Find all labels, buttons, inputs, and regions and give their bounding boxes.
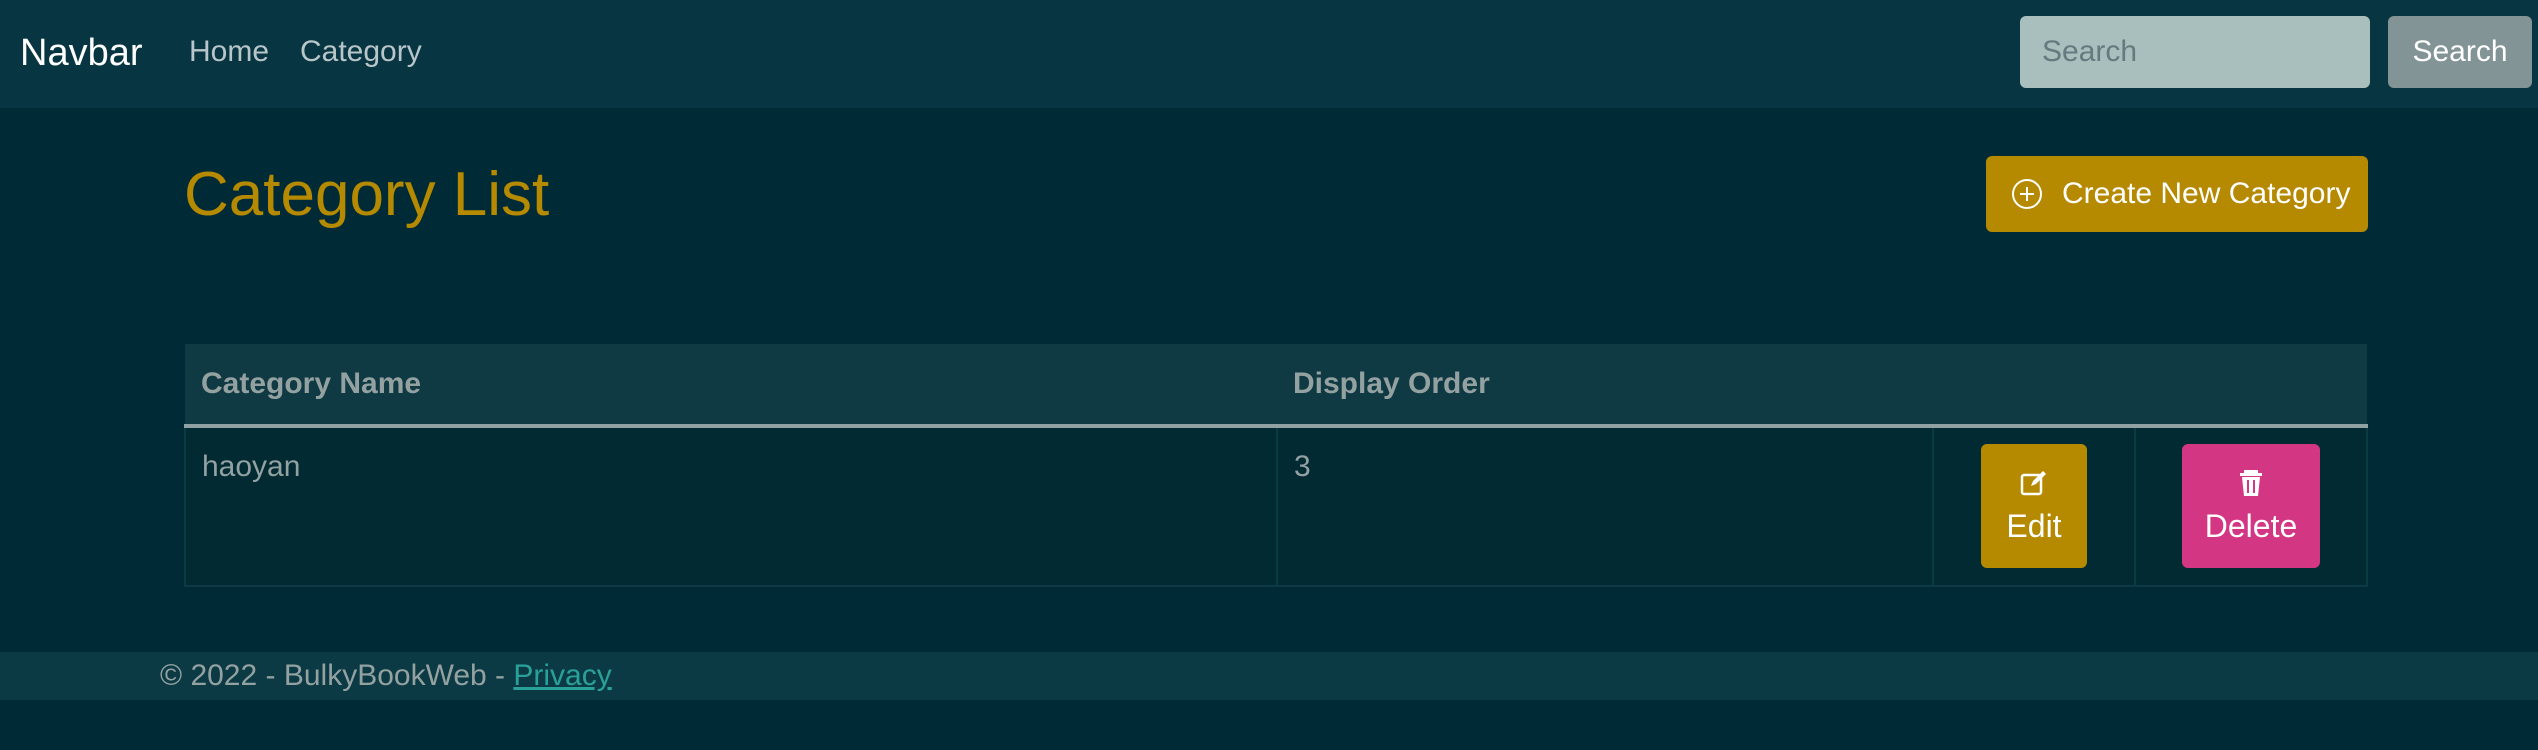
create-button-label: Create New Category xyxy=(2062,177,2351,210)
cell-delete-action: Delete xyxy=(2134,425,2368,587)
footer-copyright: © 2022 - BulkyBookWeb - xyxy=(160,659,514,692)
edit-button[interactable]: Edit xyxy=(1981,444,2087,568)
cell-category-name: haoyan xyxy=(184,425,1278,587)
cell-display-order: 3 xyxy=(1276,425,1934,587)
category-table: Category Name Display Order haoyan 3 Edi… xyxy=(184,344,2368,587)
search-button[interactable]: Search xyxy=(2388,16,2532,88)
nav-link-home[interactable]: Home xyxy=(189,34,269,70)
nav-link-category[interactable]: Category xyxy=(300,34,422,70)
navbar-brand[interactable]: Navbar xyxy=(20,28,143,78)
trash-icon xyxy=(2236,468,2266,498)
footer-text: © 2022 - BulkyBookWeb - Privacy xyxy=(160,658,612,694)
edit-button-label: Edit xyxy=(2006,507,2062,544)
navbar: Navbar Home Category Search xyxy=(0,0,2538,108)
footer: © 2022 - BulkyBookWeb - Privacy xyxy=(0,652,2538,700)
column-header-category-name: Category Name xyxy=(185,344,1277,428)
table-header-row: Category Name Display Order xyxy=(185,344,2367,428)
plus-circle-icon xyxy=(2010,177,2044,211)
privacy-link[interactable]: Privacy xyxy=(513,659,611,692)
edit-icon xyxy=(2019,468,2049,498)
delete-button[interactable]: Delete xyxy=(2182,444,2320,568)
table-row: haoyan 3 Edit Delete xyxy=(184,425,2368,587)
column-header-display-order: Display Order xyxy=(1277,344,2367,428)
delete-button-label: Delete xyxy=(2204,507,2298,544)
create-new-category-button[interactable]: Create New Category xyxy=(1986,156,2368,232)
page-title: Category List xyxy=(184,160,550,229)
cell-edit-action: Edit xyxy=(1932,425,2136,587)
search-input[interactable] xyxy=(2020,16,2370,88)
category-table-container: Category Name Display Order haoyan 3 Edi… xyxy=(184,344,2368,587)
